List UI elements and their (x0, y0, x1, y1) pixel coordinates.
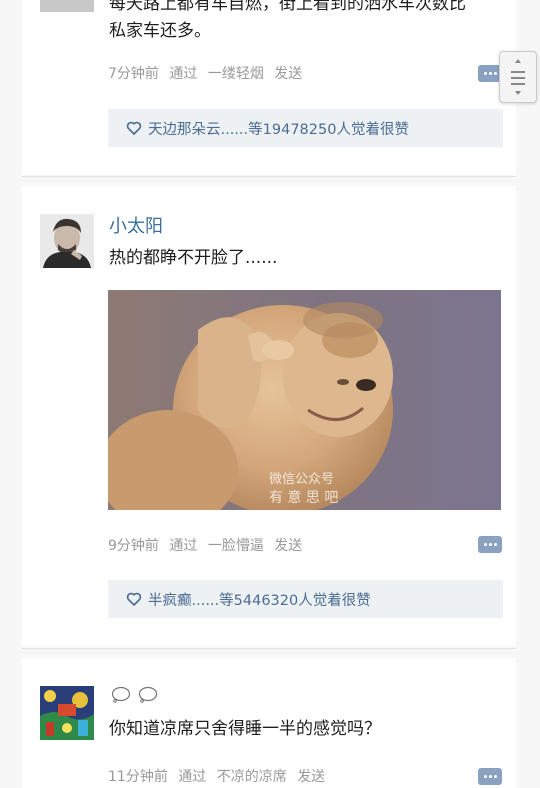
via-label: 通过 (178, 769, 207, 785)
likes-text: 半疯癫......等5446320人觉着很赞 (148, 593, 371, 609)
action-label: 发送 (297, 769, 326, 785)
timestamp: 11分钟前 (108, 769, 168, 785)
avatar[interactable] (40, 0, 94, 12)
timestamp: 9分钟前 (108, 538, 159, 554)
comment-meta: 7分钟前 通过 一缕轻烟 发送 (108, 63, 308, 83)
timestamp: 7分钟前 (108, 66, 159, 82)
thought-bubble-icon (138, 686, 158, 703)
likes-bar[interactable]: 天边那朵云......等19478250人觉着很赞 (108, 109, 503, 147)
likes-bar[interactable]: 半疯癫......等5446320人觉着很赞 (108, 580, 503, 618)
device-label: 一脸懵逼 (207, 538, 264, 554)
reply-icon[interactable] (478, 536, 502, 553)
comment-text-line: 私家车还多。 (109, 21, 211, 41)
scroll-handle-icon[interactable] (499, 51, 537, 103)
heart-outline-icon (126, 121, 142, 135)
comment-meta: 9分钟前 通过 一脸懵逼 发送 (108, 535, 308, 555)
action-label: 发送 (274, 538, 303, 554)
likes-text: 天边那朵云......等19478250人觉着很赞 (148, 122, 409, 138)
watermark-line: 有 意 思 吧 (269, 490, 339, 506)
action-label: 发送 (274, 66, 303, 82)
divider (22, 648, 516, 649)
avatar-image (40, 214, 94, 268)
divider (22, 176, 516, 177)
via-label: 通过 (169, 66, 198, 82)
reply-icon[interactable] (478, 768, 502, 785)
scroll-up-icon (515, 59, 521, 63)
comment-text-line: 每天路上都有车自燃，街上看到的洒水车次数比 (109, 0, 466, 14)
scroll-down-icon (515, 91, 521, 95)
comment-text: 热的都睁不开脸了...... (109, 248, 278, 268)
via-label: 通过 (169, 538, 198, 554)
watermark: 微信公众号 有 意 思 吧 (269, 468, 338, 507)
avatar[interactable] (40, 686, 94, 740)
grip-line (511, 77, 525, 79)
comment-meta: 11分钟前 通过 不凉的凉席 发送 (108, 766, 331, 786)
watermark-line: 微信公众号 (269, 472, 335, 487)
thought-bubble-icon (111, 686, 131, 703)
comment-text: 你知道凉席只舍得睡一半的感觉吗？ (109, 719, 381, 739)
grip-line (511, 83, 525, 85)
device-label: 一缕轻烟 (207, 66, 264, 82)
puppy-photo[interactable]: 微信公众号 有 意 思 吧 (108, 290, 501, 510)
heart-outline-icon (126, 592, 142, 606)
username[interactable]: 小太阳 (109, 212, 163, 238)
comment-text: 每天路上都有车自燃，街上看到的洒水车次数比 私家车还多。 (109, 0, 466, 45)
device-label: 不凉的凉席 (216, 769, 287, 785)
grip-line (511, 71, 525, 73)
avatar-image (40, 686, 94, 740)
comment-feed: 每天路上都有车自燃，街上看到的洒水车次数比 私家车还多。 7分钟前 通过 一缕轻… (0, 0, 540, 788)
avatar[interactable] (40, 214, 94, 268)
